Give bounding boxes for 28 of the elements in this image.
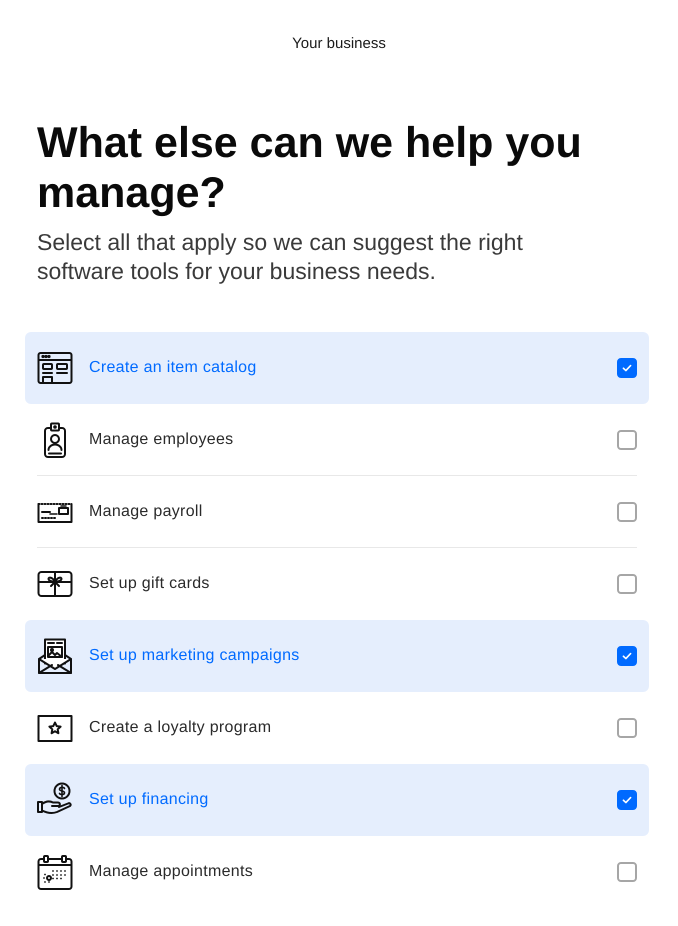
checkbox[interactable] <box>617 430 637 450</box>
checkbox[interactable] <box>617 718 637 738</box>
page-title: Your business <box>291 34 387 54</box>
option-label: Set up gift cards <box>89 575 211 593</box>
envelope-letter-icon <box>37 638 73 674</box>
option-label: Manage employees <box>89 431 234 449</box>
checkbox[interactable] <box>617 358 637 378</box>
subtitle: Select all that apply so we can suggest the right software tools for your business needs. <box>37 228 524 286</box>
option-item[interactable]: Set up gift cards <box>25 548 649 620</box>
option-label: Create a loyalty program <box>89 719 272 737</box>
option-item[interactable]: Create a loyalty program <box>25 692 649 764</box>
option-item[interactable]: Set up marketing campaigns <box>25 620 649 692</box>
checkbox[interactable] <box>617 574 637 594</box>
option-label: Manage payroll <box>89 503 204 521</box>
option-item[interactable]: Manage appointments <box>25 836 649 908</box>
option-label: Manage appointments <box>89 863 254 881</box>
checkbox[interactable] <box>617 502 637 522</box>
option-item[interactable]: Create an item catalog <box>25 332 649 404</box>
checkbox[interactable] <box>617 646 637 666</box>
calendar-icon <box>37 854 73 890</box>
option-label: Set up marketing campaigns <box>89 647 301 665</box>
heading: What else can we help you manage? <box>37 118 583 218</box>
checkbox[interactable] <box>617 790 637 810</box>
option-label: Create an item catalog <box>89 359 258 377</box>
checkbox[interactable] <box>617 862 637 882</box>
option-label: Set up financing <box>89 791 210 809</box>
catalog-window-icon <box>37 350 73 386</box>
option-item[interactable]: Set up financing <box>25 764 649 836</box>
